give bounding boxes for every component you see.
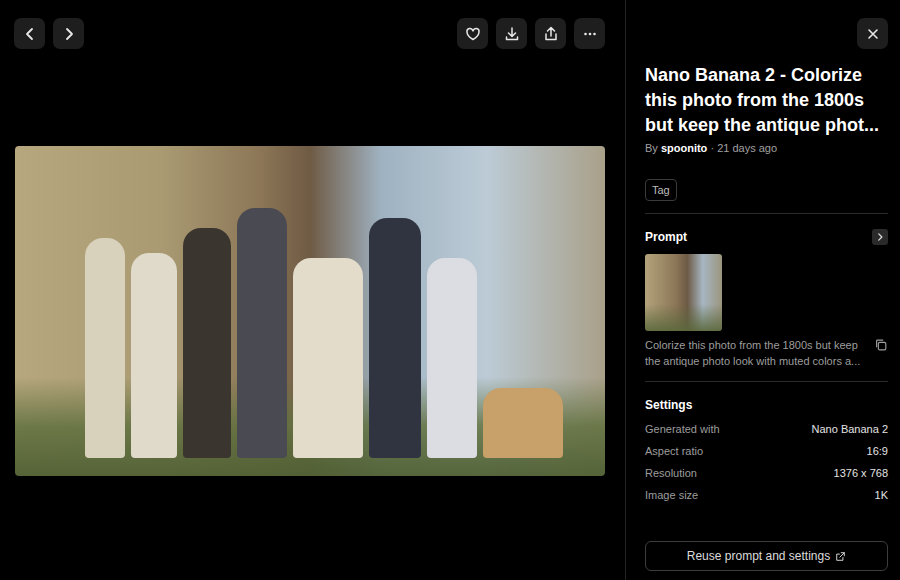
chevron-left-icon	[22, 26, 38, 42]
download-icon	[504, 26, 520, 42]
author-link[interactable]: spoonito	[661, 142, 707, 154]
chevron-right-icon	[61, 26, 77, 42]
tag-list: Tag	[645, 157, 888, 202]
prompt-label: Prompt	[645, 228, 687, 246]
setting-label: Resolution	[645, 465, 697, 482]
setting-value: Nano Banana 2	[812, 421, 888, 438]
byline: By spoonito · 21 days ago	[645, 140, 888, 157]
setting-value: 1K	[875, 487, 888, 504]
settings-label: Settings	[645, 396, 888, 414]
prompt-text: Colorize this photo from the 1800s but k…	[645, 337, 866, 369]
copy-icon[interactable]	[874, 338, 888, 352]
settings-list: Generated with Nano Banana 2 Aspect ratio 1…	[645, 418, 888, 506]
reuse-label: Reuse prompt and settings	[687, 547, 830, 565]
next-button[interactable]	[53, 18, 84, 49]
chevron-right-icon	[875, 232, 885, 242]
setting-value: 1376 x 768	[834, 465, 888, 482]
ellipsis-icon	[582, 26, 598, 42]
prompt-expand-button[interactable]	[872, 229, 888, 245]
setting-label: Image size	[645, 487, 698, 504]
by-label: By	[645, 142, 658, 154]
share-button[interactable]	[535, 18, 566, 49]
share-icon	[543, 26, 559, 42]
external-link-icon	[835, 551, 846, 562]
download-button[interactable]	[496, 18, 527, 49]
settings-row: Aspect ratio 16:9	[645, 440, 888, 462]
details-panel: Nano Banana 2 - Colorize this photo from…	[626, 0, 900, 580]
photo	[15, 146, 605, 476]
settings-row: Resolution 1376 x 768	[645, 462, 888, 484]
reuse-button[interactable]: Reuse prompt and settings	[645, 541, 888, 571]
more-button[interactable]	[574, 18, 605, 49]
item-title: Nano Banana 2 - Colorize this photo from…	[645, 63, 888, 138]
tag-chip[interactable]: Tag	[645, 179, 677, 202]
setting-label: Generated with	[645, 421, 720, 438]
setting-label: Aspect ratio	[645, 443, 703, 460]
heart-icon	[465, 26, 481, 42]
setting-value: 16:9	[867, 443, 888, 460]
settings-row: Image size 1K	[645, 484, 888, 506]
settings-row: Generated with Nano Banana 2	[645, 418, 888, 440]
separator: ·	[710, 142, 714, 154]
previous-button[interactable]	[14, 18, 45, 49]
image-viewer	[0, 0, 626, 580]
like-button[interactable]	[457, 18, 488, 49]
image-stage	[0, 49, 625, 580]
close-button[interactable]	[857, 18, 888, 49]
timestamp: 21 days ago	[717, 142, 777, 154]
toolbar	[0, 0, 625, 49]
prompt-thumbnail	[645, 254, 722, 331]
close-icon	[865, 26, 881, 42]
